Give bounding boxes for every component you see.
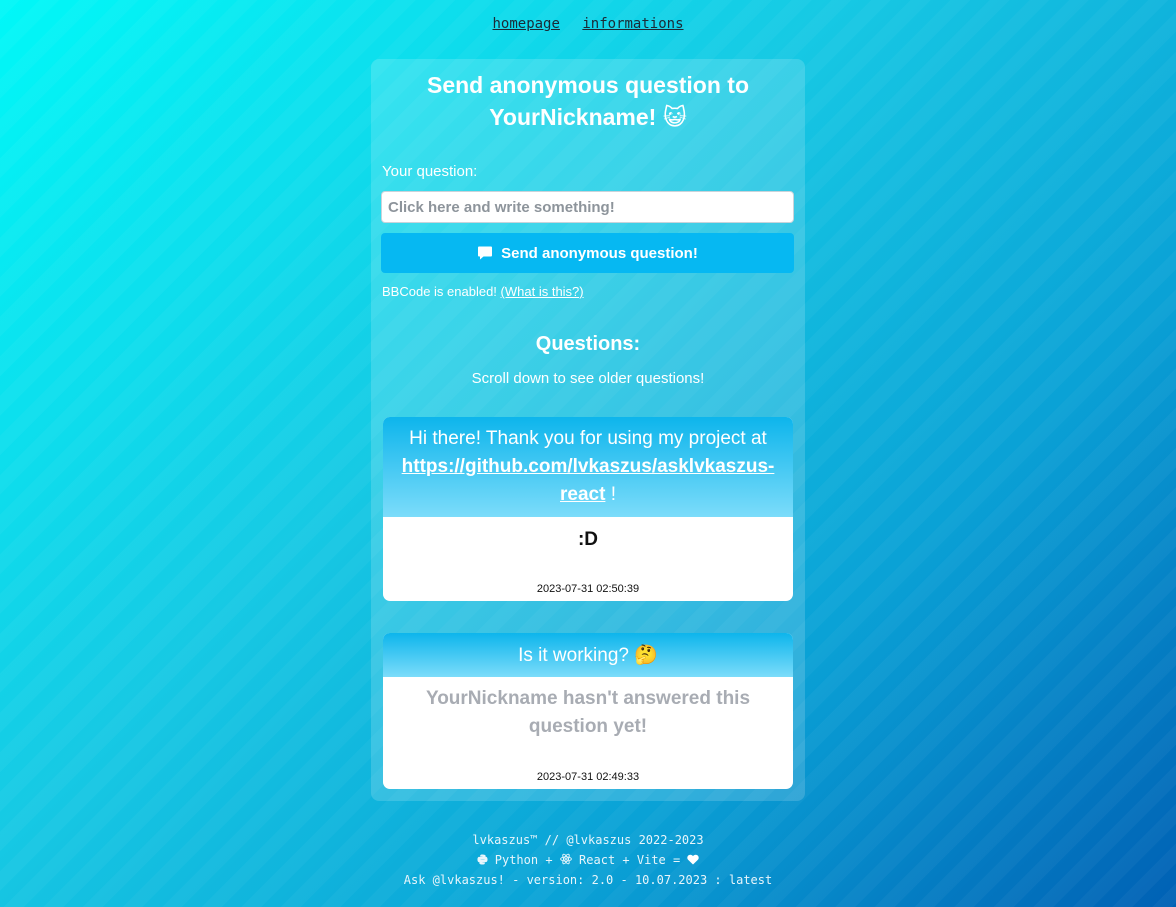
footer-vite: Vite [636,853,666,867]
question-text-body: Is it working? [518,645,629,666]
footer-stack: Python + React + Vite = [0,850,1176,870]
top-navigation: homepage informations [0,16,1176,32]
github-project-link[interactable]: https://github.com/lvkaszus/asklvkaszus-… [402,456,775,505]
question-timestamp: 2023-07-31 02:49:33 [536,771,640,783]
answer-text: :D [577,529,599,550]
heart-icon [687,854,700,865]
bbcode-note: BBCode is enabled! (What is this?) [382,284,584,299]
form-title-nickname: YourNickname! [489,104,657,130]
question-text: Is it working? 🤔 [383,633,793,677]
footer-equals: = [673,853,681,867]
bbcode-text: BBCode is enabled! [382,284,497,299]
footer-plus-2: + [622,853,630,867]
footer-version: Ask @lvkaszus! - version: 2.0 - 10.07.20… [403,873,773,887]
react-icon [559,853,572,865]
footer-copyright: lvkaszus™ // @lvkaszus 2022-2023 [472,833,704,847]
question-label: Your question: [382,163,478,180]
thinking-face-emoji-icon: 🤔 [634,644,658,666]
question-text: Hi there! Thank you for using my project… [383,417,793,517]
send-button-label: Send anonymous question! [501,244,698,262]
question-text-prefix: Hi there! Thank you for using my project… [409,428,767,449]
ask-card: Send anonymous question to YourNickname!… [371,59,805,801]
form-title-line1: Send anonymous question to [426,72,749,98]
footer: lvkaszus™ // @lvkaszus 2022-2023 Python … [0,830,1176,890]
python-icon [476,854,488,865]
nav-link-homepage[interactable]: homepage [492,16,559,32]
question-timestamp: 2023-07-31 02:50:39 [536,583,640,595]
unanswered-notice: YourNickname hasn't answered this questi… [425,688,751,737]
bbcode-info-link[interactable]: (What is this?) [501,284,584,299]
question-input[interactable] [381,191,794,223]
send-question-button[interactable]: Send anonymous question! [381,233,794,273]
nav-link-informations[interactable]: informations [582,16,683,32]
questions-subtitle: Scroll down to see older questions! [471,370,705,387]
form-title: Send anonymous question to YourNickname!… [371,69,805,134]
speech-bubble-icon [478,246,493,260]
smiling-cat-emoji-icon: 😺 [662,105,687,131]
footer-python: Python [494,853,539,867]
question-text-suffix: ! [610,484,616,505]
footer-react: React [579,853,616,867]
form-title-line2: YourNickname! 😺 [371,101,805,134]
question-card: Is it working? 🤔 YourNickname hasn't ans… [383,633,793,789]
question-card: Hi there! Thank you for using my project… [383,417,793,601]
questions-heading: Questions: [535,333,641,355]
footer-plus-1: + [545,853,553,867]
